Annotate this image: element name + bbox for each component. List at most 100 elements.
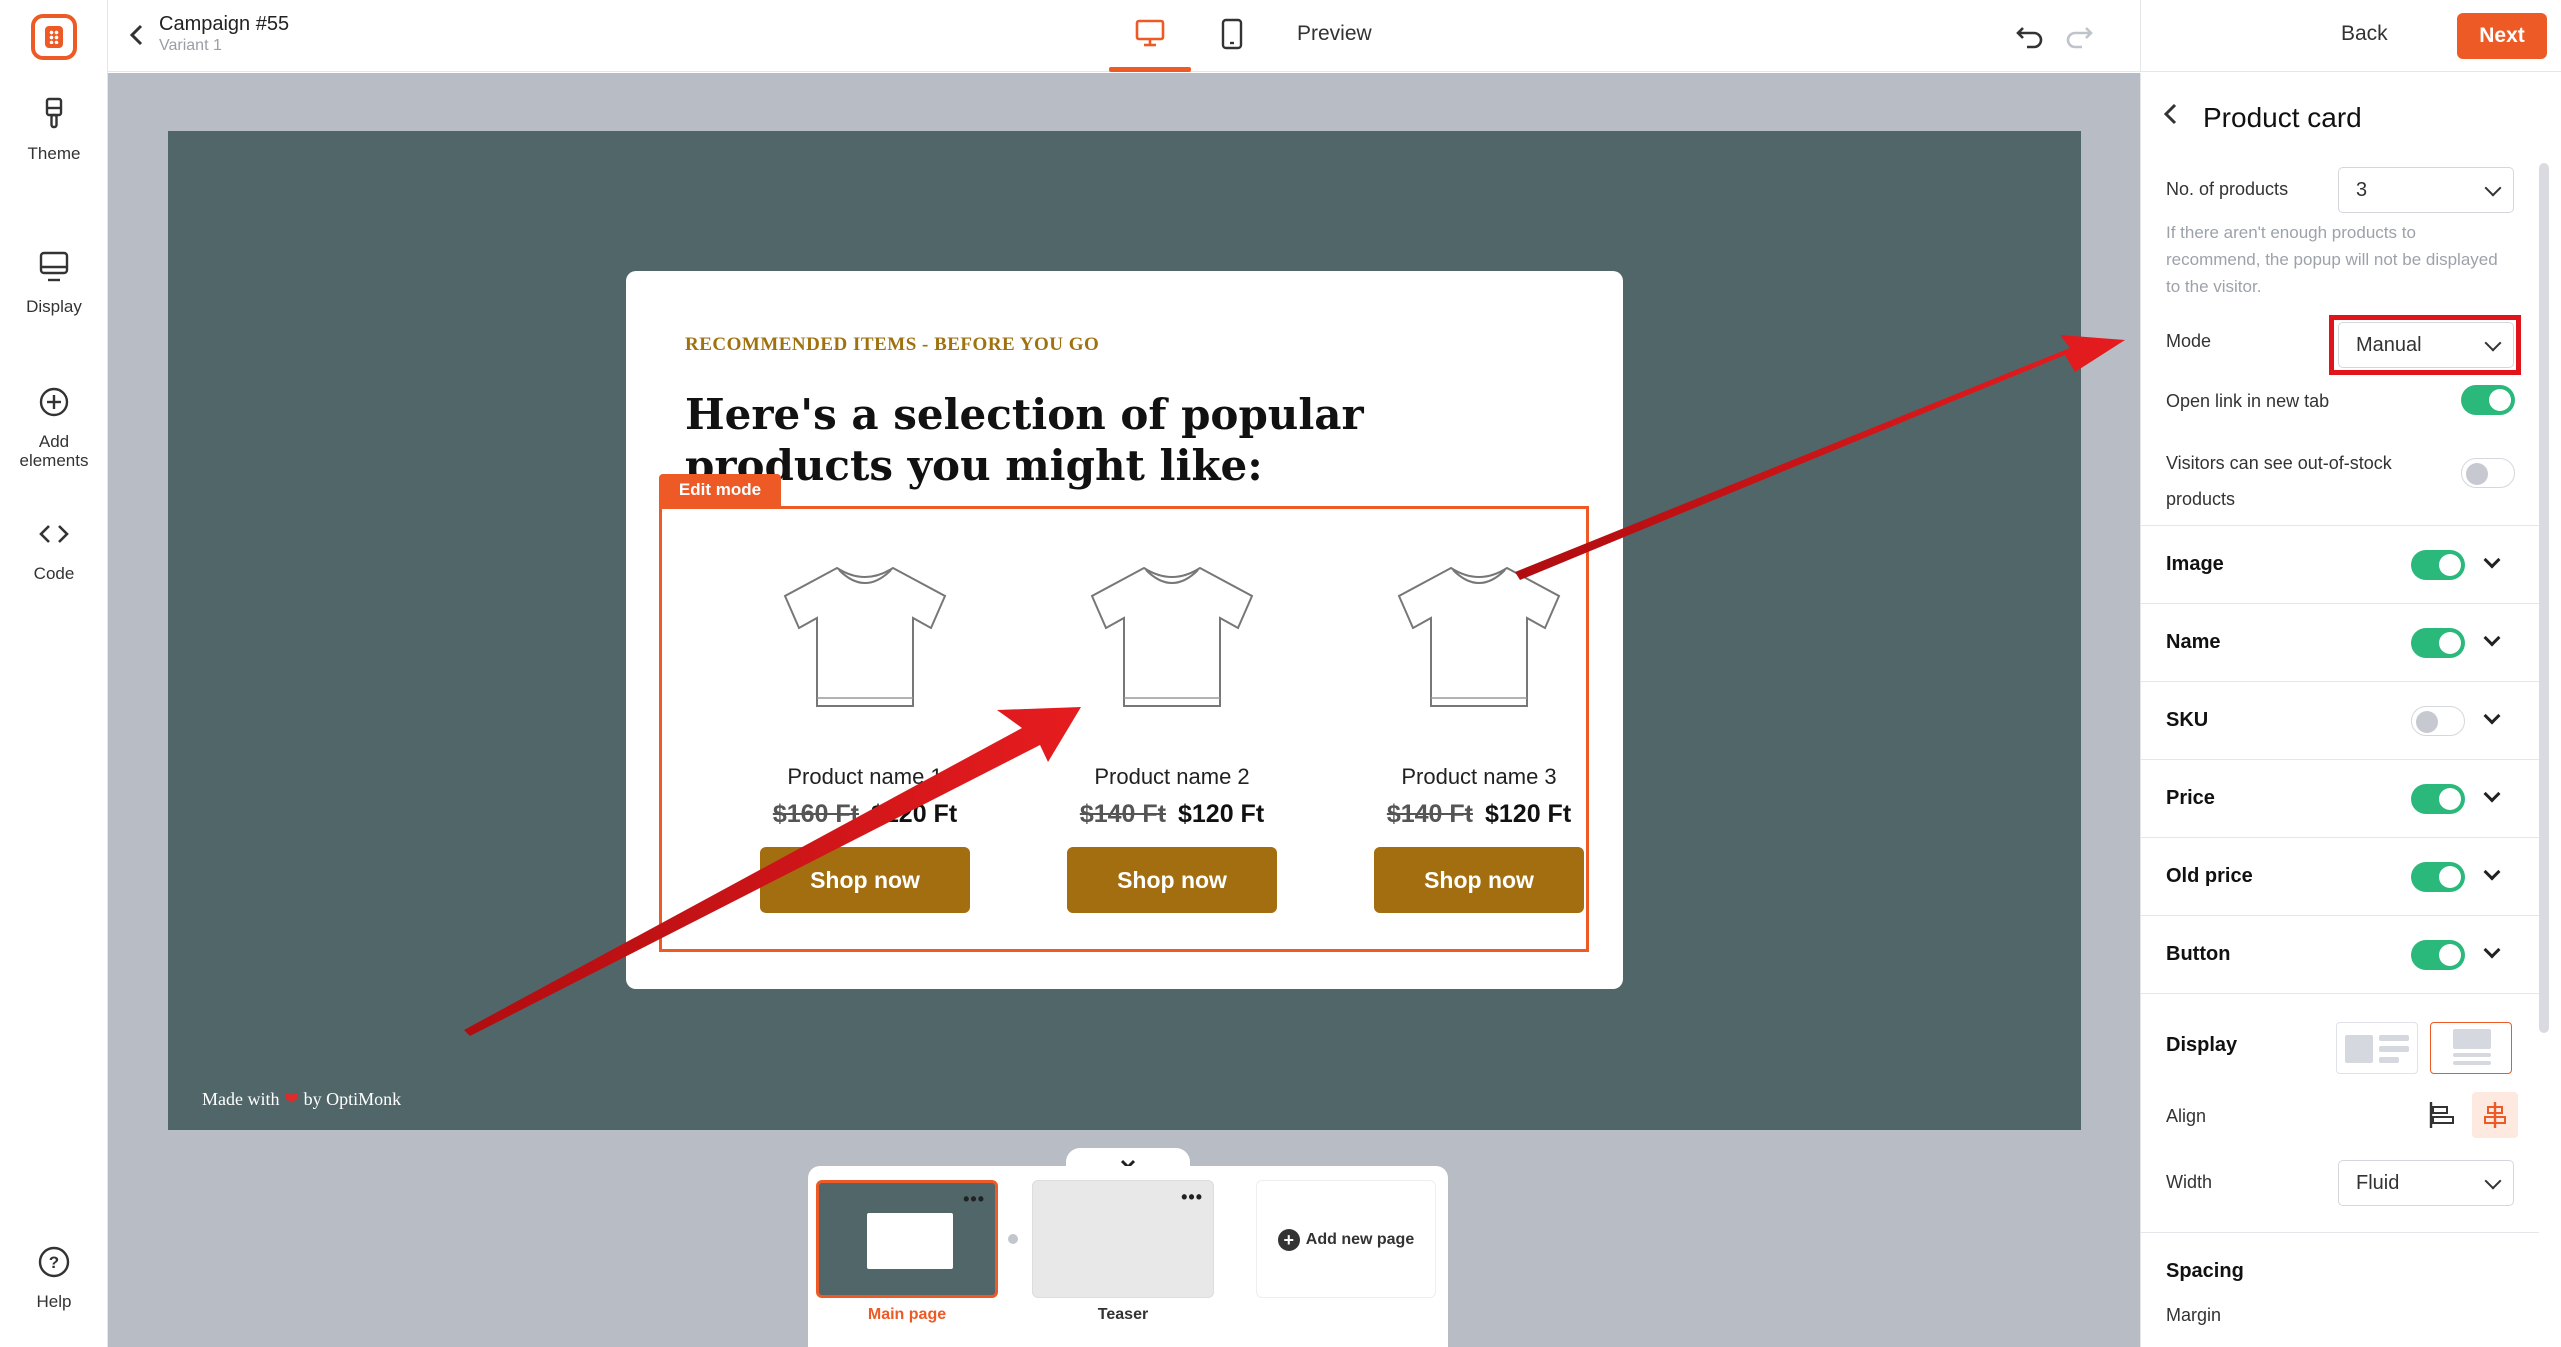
old-price: $140 Ft <box>1386 800 1473 828</box>
section-toggle[interactable] <box>2411 862 2465 892</box>
sidebar-item-display[interactable]: Display <box>0 249 108 316</box>
chevron-down-icon[interactable] <box>2483 551 2501 569</box>
popup-card[interactable]: RECOMMENDED ITEMS - BEFORE YOU GO Here's… <box>626 271 1623 989</box>
plus-circle-icon: + <box>1277 1228 1300 1251</box>
shop-now-button[interactable]: Shop now <box>1374 847 1584 913</box>
chevron-down-icon[interactable] <box>2483 707 2501 725</box>
panel-scrollbar[interactable] <box>2539 163 2549 1033</box>
tshirt-image-icon <box>1090 566 1254 707</box>
display-option-vertical[interactable] <box>2430 1022 2512 1074</box>
optimonk-logo-icon[interactable] <box>31 14 77 60</box>
back-button[interactable]: Back <box>2341 22 2388 46</box>
brush-icon <box>45 97 63 129</box>
display-option-horizontal[interactable] <box>2336 1022 2418 1074</box>
popup-eyebrow[interactable]: RECOMMENDED ITEMS - BEFORE YOU GO <box>685 334 1099 356</box>
open-link-label: Open link in new tab <box>2166 391 2330 411</box>
section-toggle[interactable] <box>2411 784 2465 814</box>
section-toggle[interactable] <box>2411 550 2465 580</box>
width-select[interactable]: Fluid <box>2338 1160 2514 1206</box>
sidebar-item-label: Code <box>33 564 75 583</box>
plus-circle-icon <box>39 387 69 417</box>
made-with-badge[interactable]: Made with ❤ by OptiMonk <box>202 1089 401 1110</box>
sidebar-item-add-elements[interactable]: Add elements <box>0 384 108 470</box>
preview-button[interactable]: Preview <box>1297 22 1372 46</box>
annotation-highlight-box <box>2329 315 2521 375</box>
tshirt-image-icon <box>1397 566 1561 707</box>
page-thumb-main[interactable]: ••• <box>816 1180 998 1298</box>
section-toggle[interactable] <box>2411 628 2465 658</box>
section-toggle[interactable] <box>2411 940 2465 970</box>
more-options-icon[interactable]: ••• <box>963 1189 985 1210</box>
help-icon: ? <box>38 1246 70 1278</box>
shop-now-button[interactable]: Shop now <box>760 847 970 913</box>
sidebar-item-theme[interactable]: Theme <box>0 96 108 163</box>
no-of-products-select[interactable]: 3 <box>2338 167 2514 213</box>
section-title: SKU <box>2166 709 2209 731</box>
section-spacing: Spacing Margin <box>2141 1232 2539 1347</box>
width-value: Fluid <box>2356 1172 2400 1194</box>
section-title: Button <box>2166 943 2231 965</box>
chevron-down-icon[interactable] <box>2483 785 2501 803</box>
out-of-stock-toggle[interactable] <box>2461 458 2515 488</box>
campaign-name: Campaign #55 <box>159 13 290 35</box>
product-name: Product name 2 <box>1094 764 1250 789</box>
heart-icon: ❤ <box>283 1089 300 1109</box>
more-options-icon[interactable]: ••• <box>1181 1187 1203 1208</box>
old-price: $160 Ft <box>772 800 859 828</box>
panel-title: Product card <box>2203 102 2362 133</box>
panel-back-icon[interactable] <box>2161 101 2191 135</box>
width-label: Width <box>2166 1172 2213 1192</box>
sidebar-item-code[interactable]: Code <box>0 516 108 583</box>
section-toggle[interactable] <box>2411 706 2465 736</box>
align-left-icon[interactable] <box>2418 1092 2464 1138</box>
chevron-down-icon[interactable] <box>2483 863 2501 881</box>
price: $120 Ft <box>871 800 958 828</box>
product-prices: $140 Ft $120 Ft <box>1359 800 1599 829</box>
section-old-price[interactable]: Old price <box>2141 837 2539 915</box>
back-arrow-icon[interactable] <box>124 20 148 50</box>
page-label-teaser[interactable]: Teaser <box>1032 1306 1214 1324</box>
display-label: Display <box>2166 1034 2238 1056</box>
mobile-view-button[interactable] <box>1208 0 1258 72</box>
popup-heading[interactable]: Here's a selection of popular products y… <box>685 389 1565 491</box>
open-link-toggle[interactable] <box>2461 385 2515 415</box>
chevron-down-icon[interactable] <box>2483 941 2501 959</box>
next-button[interactable]: Next <box>2457 13 2547 59</box>
top-bar: Campaign #55 Variant 1 Preview <box>108 0 2140 72</box>
sidebar-item-label: Theme <box>27 144 81 163</box>
active-device-indicator <box>1109 67 1191 72</box>
product-prices: $160 Ft $120 Ft <box>745 800 985 829</box>
help-label: Help <box>36 1292 72 1311</box>
product-card-3[interactable]: Product name 3 $140 Ft $120 Ft Shop now <box>1359 556 1599 913</box>
product-name: Product name 1 <box>787 764 943 789</box>
section-image[interactable]: Image <box>2141 525 2539 603</box>
editor-canvas: Made with ❤ by OptiMonk RECOMMENDED ITEM… <box>108 73 2140 1347</box>
desktop-icon <box>1135 19 1165 47</box>
add-new-page-button[interactable]: + Add new page <box>1256 1180 1436 1298</box>
section-name[interactable]: Name <box>2141 603 2539 681</box>
shop-now-button[interactable]: Shop now <box>1067 847 1277 913</box>
sidebar-item-help[interactable]: ? Help <box>0 1244 108 1311</box>
redo-icon[interactable] <box>2064 20 2094 50</box>
old-price: $140 Ft <box>1079 800 1166 828</box>
left-sidebar: Theme Display Add elements Code ? Help <box>0 0 108 1347</box>
add-new-page-label: Add new page <box>1305 1231 1415 1248</box>
undo-icon[interactable] <box>2015 20 2045 50</box>
product-name: Product name 3 <box>1401 764 1557 789</box>
align-center-icon[interactable] <box>2472 1092 2518 1138</box>
product-card-1[interactable]: Product name 1 $160 Ft $120 Ft Shop now <box>745 556 985 913</box>
section-price[interactable]: Price <box>2141 759 2539 837</box>
page-label-main[interactable]: Main page <box>816 1306 998 1324</box>
chevron-down-icon[interactable] <box>2483 629 2501 647</box>
thumb-preview <box>867 1213 953 1269</box>
mobile-icon <box>1221 18 1243 50</box>
out-of-stock-label: Visitors can see out-of-stock products <box>2166 453 2392 509</box>
pages-panel: ••• ••• Main page Teaser + Add new page <box>808 1166 1448 1347</box>
section-button[interactable]: Button <box>2141 915 2539 993</box>
desktop-view-button[interactable] <box>1109 0 1191 72</box>
product-card-2[interactable]: Product name 2 $140 Ft $120 Ft Shop now <box>1052 556 1292 913</box>
header-actions: Back Next <box>2140 0 2561 72</box>
section-sku[interactable]: SKU <box>2141 681 2539 759</box>
page-thumb-teaser[interactable]: ••• <box>1032 1180 1214 1298</box>
tshirt-image-icon <box>783 566 947 707</box>
